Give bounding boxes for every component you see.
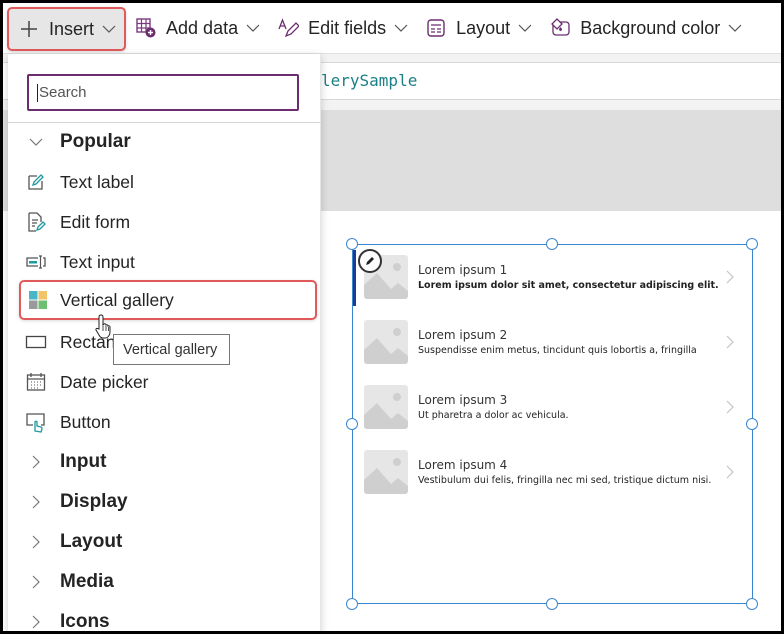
resize-handle-top[interactable] (546, 238, 558, 250)
section-label: Display (60, 491, 128, 512)
section-label: Icons (60, 611, 110, 631)
background-color-label: Background color (580, 17, 721, 38)
image-placeholder-icon (364, 320, 408, 364)
formula-text: lerySample (321, 71, 418, 90)
gallery-item-subtitle: Suspendisse enim metus, tincidunt quis l… (418, 345, 697, 356)
section-icons[interactable]: Icons (8, 602, 321, 631)
add-data-label: Add data (166, 17, 239, 38)
menu-item-date-picker[interactable]: Date picker (8, 362, 321, 402)
text-input-icon (25, 251, 47, 273)
chevron-down-icon (102, 22, 116, 36)
gallery-item-title: Lorem ipsum 1 (418, 263, 508, 277)
chevron-right-icon (25, 531, 47, 553)
insert-label: Insert (49, 18, 95, 39)
app-window: Insert Add data Edit fields Layout Backg… (3, 3, 781, 631)
tooltip: Vertical gallery (113, 334, 230, 365)
resize-handle-top-right[interactable] (746, 238, 758, 250)
chevron-right-icon[interactable] (725, 400, 735, 414)
menu-item-label: Edit form (60, 211, 131, 232)
add-data-button[interactable]: Add data (126, 6, 268, 50)
gallery-item-subtitle: Vestibulum dui felis, fringilla nec mi s… (418, 475, 712, 486)
chevron-down-icon (25, 131, 47, 153)
resize-handle-bottom[interactable] (546, 598, 558, 610)
gallery-item[interactable]: Lorem ipsum 1 Lorem ipsum dolor sit amet… (353, 245, 751, 305)
chevron-right-icon (25, 491, 47, 513)
section-label: Input (60, 451, 107, 472)
menu-item-text-label[interactable]: Text label (8, 162, 321, 202)
text-caret (37, 83, 38, 102)
edit-fields-button[interactable]: Edit fields (268, 6, 416, 50)
edit-fields-label: Edit fields (308, 17, 387, 38)
vertical-gallery-control[interactable]: Lorem ipsum 1 Lorem ipsum dolor sit amet… (352, 244, 753, 604)
image-placeholder-icon (364, 450, 408, 494)
search-placeholder: Search (39, 84, 87, 101)
menu-item-vertical-gallery[interactable]: Vertical gallery (19, 280, 317, 320)
gallery-item[interactable]: Lorem ipsum 4 Vestibulum dui felis, frin… (353, 440, 751, 500)
edit-fields-icon (276, 16, 300, 40)
chevron-right-icon[interactable] (725, 465, 735, 479)
resize-handle-left[interactable] (346, 418, 358, 430)
menu-item-button[interactable]: Button (8, 402, 321, 442)
section-label: Layout (60, 531, 123, 552)
paint-bucket-icon (548, 16, 572, 40)
chevron-right-icon[interactable] (725, 270, 735, 284)
menu-item-label: Text input (60, 251, 135, 272)
menu-item-edit-form[interactable]: Edit form (8, 202, 321, 242)
insert-button[interactable]: Insert (7, 7, 127, 51)
edit-form-icon (25, 211, 47, 233)
chevron-down-icon (394, 21, 408, 35)
gallery-item-title: Lorem ipsum 2 (418, 328, 508, 342)
rectangle-icon (25, 331, 47, 353)
section-media[interactable]: Media (8, 562, 321, 602)
chevron-right-icon (25, 451, 47, 473)
layout-icon (424, 16, 448, 40)
chevron-down-icon (728, 21, 742, 35)
table-add-icon (134, 16, 158, 40)
resize-handle-right[interactable] (746, 418, 758, 430)
text-label-icon (25, 171, 47, 193)
menu-item-label: Text label (60, 171, 134, 192)
button-icon (25, 411, 47, 433)
section-label: Popular (60, 131, 131, 152)
chevron-right-icon (25, 611, 47, 631)
chevron-down-icon (246, 21, 260, 35)
menu-item-label: Button (60, 411, 111, 432)
edit-pencil-icon[interactable] (358, 249, 382, 273)
section-input[interactable]: Input (8, 442, 321, 482)
chevron-right-icon (25, 571, 47, 593)
section-popular[interactable]: Popular (8, 122, 321, 162)
gallery-item[interactable]: Lorem ipsum 3 Ut pharetra a dolor ac veh… (353, 375, 751, 435)
section-layout[interactable]: Layout (8, 522, 321, 562)
section-label: Media (60, 571, 114, 592)
image-placeholder-icon (364, 385, 408, 429)
menu-item-label: Vertical gallery (60, 289, 174, 310)
resize-handle-top-left[interactable] (346, 238, 358, 250)
command-bar: Insert Add data Edit fields Layout Backg… (3, 3, 781, 53)
chevron-down-icon (518, 21, 532, 35)
section-display[interactable]: Display (8, 482, 321, 522)
plus-icon (17, 17, 41, 41)
resize-handle-bottom-right[interactable] (746, 598, 758, 610)
gallery-item-subtitle: Lorem ipsum dolor sit amet, consectetur … (418, 280, 719, 291)
date-picker-icon (25, 371, 47, 393)
gallery-item-title: Lorem ipsum 3 (418, 393, 508, 407)
background-color-button[interactable]: Background color (540, 6, 750, 50)
layout-label: Layout (456, 17, 511, 38)
layout-button[interactable]: Layout (416, 6, 540, 50)
menu-item-label: Date picker (60, 371, 149, 392)
gallery-item-subtitle: Ut pharetra a dolor ac vehicula. (418, 410, 569, 421)
search-input[interactable]: Search (27, 74, 299, 111)
menu-item-text-input[interactable]: Text input (8, 242, 321, 282)
gallery-item[interactable]: Lorem ipsum 2 Suspendisse enim metus, ti… (353, 310, 751, 370)
gallery-item-title: Lorem ipsum 4 (418, 458, 508, 472)
vertical-gallery-icon (27, 289, 49, 311)
hand-cursor-icon (95, 313, 115, 339)
chevron-right-icon[interactable] (725, 335, 735, 349)
resize-handle-bottom-left[interactable] (346, 598, 358, 610)
